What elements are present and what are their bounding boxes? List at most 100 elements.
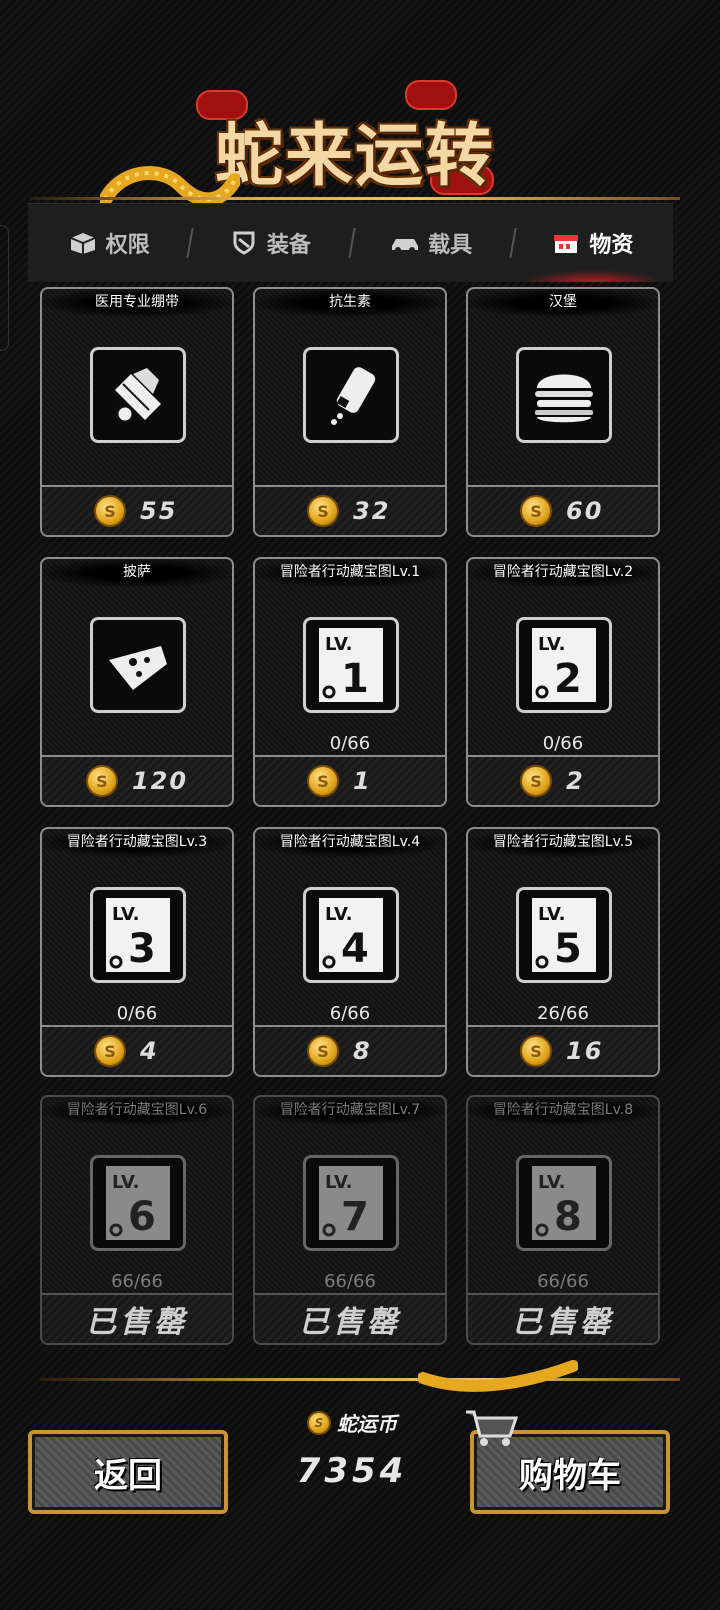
item-name: 冒险者行动藏宝图Lv.4	[255, 829, 445, 857]
item-price: 16	[566, 1037, 604, 1065]
svg-text:3: 3	[128, 926, 156, 972]
item-card[interactable]: 抗生素 S 32	[253, 287, 447, 537]
currency-title: S 蛇运币	[252, 1408, 452, 1437]
tab-label: 物资	[589, 233, 634, 258]
item-card-sold-out: 冒险者行动藏宝图Lv.6 LV. 6 66/66 已售罄	[40, 1095, 234, 1345]
collect-progress: 0/66	[542, 733, 584, 754]
tab-label: 权限	[105, 233, 150, 258]
collect-progress: 26/66	[537, 1003, 589, 1024]
item-card[interactable]: 汉堡 S 60	[466, 287, 660, 537]
tab-permissions[interactable]: 权限	[28, 204, 189, 282]
svg-text:8: 8	[554, 1194, 582, 1240]
price-bar: S 32	[255, 485, 445, 535]
item-card[interactable]: 冒险者行动藏宝图Lv.3 LV. 3 0/66 S 4	[40, 827, 234, 1077]
svg-text:LV.: LV.	[538, 1172, 565, 1193]
tab-equipment[interactable]: 装备	[189, 204, 350, 282]
item-price: 32	[353, 497, 391, 525]
item-price: 120	[131, 767, 189, 795]
treasure-map-icon: LV.2	[532, 628, 596, 702]
bandage-icon	[115, 368, 161, 424]
snake-coin-icon: S	[520, 495, 552, 527]
header-divider	[30, 197, 680, 200]
snake-coin-icon: S	[307, 1035, 339, 1067]
currency-label: 蛇运币	[337, 1412, 397, 1436]
svg-text:LV.: LV.	[325, 904, 352, 925]
treasure-map-icon: LV.3	[106, 898, 170, 972]
snake-coin-icon: S	[520, 765, 552, 797]
item-icon-frame: LV. 6	[90, 1155, 186, 1251]
item-icon-frame: LV. 2	[516, 617, 612, 713]
sold-out-bar: 已售罄	[468, 1293, 658, 1343]
item-name: 披萨	[42, 559, 232, 587]
item-card-sold-out: 冒险者行动藏宝图Lv.7 LV. 7 66/66 已售罄	[253, 1095, 447, 1345]
item-icon-frame: LV. 8	[516, 1155, 612, 1251]
item-name: 汉堡	[468, 289, 658, 317]
snake-coin-icon: S	[520, 1035, 552, 1067]
item-card[interactable]: 冒险者行动藏宝图Lv.2 LV. 2 0/66 S 2	[466, 557, 660, 807]
item-card[interactable]: 披萨 S 120	[40, 557, 234, 807]
price-bar: S 1	[255, 755, 445, 805]
snake-coin-icon: S	[94, 495, 126, 527]
price-bar: S 16	[468, 1025, 658, 1075]
svg-text:LV.: LV.	[112, 904, 139, 925]
item-price: 2	[566, 767, 585, 795]
svg-text:2: 2	[554, 656, 582, 702]
price-bar: S 120	[42, 755, 232, 805]
snake-coin-icon: S	[94, 1035, 126, 1067]
back-button-label: 返回	[94, 1455, 162, 1496]
item-icon-frame	[90, 347, 186, 443]
item-name: 冒险者行动藏宝图Lv.3	[42, 829, 232, 857]
item-card-sold-out: 冒险者行动藏宝图Lv.8 LV. 8 66/66 已售罄	[466, 1095, 660, 1345]
item-icon-frame: LV. 1	[303, 617, 399, 713]
tab-label: 载具	[428, 233, 473, 258]
price-bar: S 2	[468, 755, 658, 805]
back-button[interactable]: 返回	[28, 1430, 228, 1514]
sold-out-label: 已售罄	[512, 1305, 614, 1340]
snake-coin-icon: S	[307, 495, 339, 527]
item-icon-frame	[90, 617, 186, 713]
treasure-map-icon: LV.7	[319, 1166, 383, 1240]
item-icon-frame	[516, 347, 612, 443]
page-title: 蛇来运转	[215, 116, 496, 196]
burger-icon	[535, 374, 593, 423]
item-name: 冒险者行动藏宝图Lv.2	[468, 559, 658, 587]
price-bar: S 8	[255, 1025, 445, 1075]
shopping-cart-icon	[466, 1410, 518, 1446]
treasure-map-icon: LV.4	[319, 898, 383, 972]
item-icon-frame: LV. 3	[90, 887, 186, 983]
item-card[interactable]: 冒险者行动藏宝图Lv.4 LV. 4 6/66 S 8	[253, 827, 447, 1077]
item-card[interactable]: 冒险者行动藏宝图Lv.5 LV. 5 26/66 S 16	[466, 827, 660, 1077]
price-bar: S 4	[42, 1025, 232, 1075]
sold-out-label: 已售罄	[86, 1305, 188, 1340]
collect-progress: 66/66	[324, 1271, 376, 1292]
item-name: 冒险者行动藏宝图Lv.8	[468, 1097, 658, 1125]
tab-vehicles[interactable]: 载具	[351, 204, 512, 282]
tab-label: 装备	[266, 233, 311, 258]
sold-out-bar: 已售罄	[255, 1293, 445, 1343]
item-name: 抗生素	[255, 289, 445, 317]
category-tabs: 权限 装备 载具 物资	[28, 203, 673, 282]
item-name: 冒险者行动藏宝图Lv.7	[255, 1097, 445, 1125]
svg-text:LV.: LV.	[538, 634, 565, 655]
item-card[interactable]: 冒险者行动藏宝图Lv.1 LV. 1 0/66 S 1	[253, 557, 447, 807]
footer-divider	[40, 1378, 680, 1381]
item-price: 55	[140, 497, 178, 525]
svg-text:7: 7	[341, 1194, 369, 1240]
box-icon	[70, 233, 95, 254]
treasure-map-icon: LV.6	[106, 1166, 170, 1240]
shield-icon	[233, 231, 255, 255]
side-handle[interactable]	[0, 225, 9, 351]
svg-text:LV.: LV.	[112, 1172, 139, 1193]
car-icon	[392, 239, 419, 253]
currency-panel: S 蛇运币 7354	[252, 1408, 452, 1514]
svg-text:1: 1	[341, 656, 369, 702]
svg-text:6: 6	[128, 1194, 156, 1240]
tab-supplies[interactable]: 物资	[512, 204, 673, 282]
item-card[interactable]: 医用专业绷带 S 55	[40, 287, 234, 537]
price-bar: S 60	[468, 485, 658, 535]
item-icon-frame: LV. 4	[303, 887, 399, 983]
svg-text:LV.: LV.	[538, 904, 565, 925]
svg-text:5: 5	[554, 926, 582, 972]
collect-progress: 6/66	[329, 1003, 371, 1024]
item-name: 冒险者行动藏宝图Lv.6	[42, 1097, 232, 1125]
